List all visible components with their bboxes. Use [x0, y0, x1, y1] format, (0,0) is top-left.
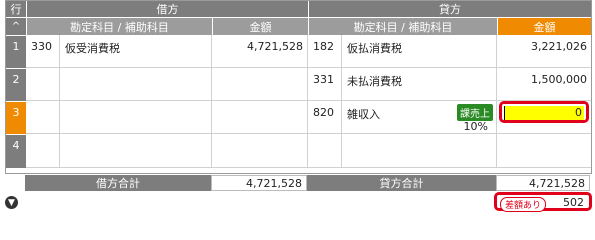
credit-total-value-box: 4,721,528 — [496, 175, 590, 191]
credit-amount-value: 0 — [575, 106, 582, 119]
credit-title: 貸方 — [439, 3, 461, 16]
debit-account-col-label: 勘定科目 / 補助科目 — [70, 20, 169, 34]
debit-account-name: 仮受消費税 — [65, 42, 120, 55]
sort-toggle[interactable]: ^ — [6, 17, 26, 35]
row-number-label: 2 — [12, 73, 20, 86]
credit-header: 貸方 — [308, 1, 591, 17]
debit-amount-cell[interactable] — [212, 134, 308, 168]
credit-code-cell[interactable]: 182 — [308, 35, 342, 68]
tax-rate: 10% — [463, 120, 488, 133]
difference-value: 502 — [563, 196, 584, 209]
difference-badge: 差額あり — [500, 197, 547, 212]
credit-account-cell[interactable]: 未払消費税 — [342, 68, 497, 101]
debit-account-column-header: 勘定科目 / 補助科目 — [26, 17, 212, 35]
credit-amount-col-label: 金額 — [533, 20, 556, 34]
debit-amount-cell[interactable] — [212, 101, 308, 134]
credit-amount-column-header: 金額 — [497, 17, 591, 35]
credit-account-column-header: 勘定科目 / 補助科目 — [308, 17, 497, 35]
validation-highlight: 0 — [499, 101, 589, 123]
debit-code-cell[interactable] — [26, 68, 60, 101]
debit-total-text: 借方合計 — [96, 177, 140, 190]
credit-amount-input[interactable]: 0 — [504, 106, 584, 120]
debit-title: 借方 — [156, 3, 179, 16]
debit-account-cell[interactable]: 仮受消費税 — [60, 35, 212, 68]
row-number[interactable]: 4 — [6, 134, 26, 168]
row-header-label: 行 — [10, 3, 22, 16]
credit-code: 820 — [313, 106, 334, 119]
chevron-down-icon[interactable]: ▼ — [5, 196, 18, 209]
credit-account-cell[interactable]: 雑収入 課売上 10% — [342, 101, 497, 134]
credit-code-cell[interactable]: 820 — [308, 101, 342, 134]
credit-total-value: 4,721,528 — [529, 177, 585, 190]
debit-amount-cell[interactable]: 4,721,528 — [212, 35, 308, 68]
row-number-label: 3 — [12, 106, 20, 119]
credit-account-name: 雑収入 — [347, 108, 380, 121]
credit-code-cell[interactable] — [308, 134, 342, 168]
debit-total-value: 4,721,528 — [246, 177, 302, 190]
debit-amount-cell[interactable] — [212, 68, 308, 101]
credit-account-cell[interactable] — [342, 134, 497, 168]
credit-account-name: 仮払消費税 — [347, 42, 402, 55]
credit-code: 331 — [313, 73, 334, 86]
debit-total-value-box: 4,721,528 — [211, 175, 307, 191]
row-number[interactable]: 2 — [6, 68, 26, 101]
debit-amount-column-header: 金額 — [212, 17, 308, 35]
difference-indicator: 差額あり 502 — [494, 192, 592, 212]
row-number-label: 1 — [12, 40, 20, 53]
row-number-header: 行 — [6, 1, 26, 17]
debit-header: 借方 — [26, 1, 308, 17]
debit-total-label: 借方合計 — [25, 175, 211, 191]
chevron-up-icon: ^ — [11, 21, 21, 32]
credit-code-cell[interactable]: 331 — [308, 68, 342, 101]
credit-amount: 3,221,026 — [531, 40, 587, 53]
debit-amount: 4,721,528 — [247, 40, 303, 53]
row-number-label: 4 — [12, 139, 20, 152]
journal-entry-grid: 行 借方 貸方 ^ 勘定科目 / 補助科目 金額 勘定科目 / 補助科目 金額 … — [5, 0, 592, 174]
credit-account-col-label: 勘定科目 / 補助科目 — [353, 20, 453, 34]
debit-code-cell[interactable] — [26, 134, 60, 168]
credit-amount: 1,500,000 — [531, 73, 587, 86]
debit-amount-col-label: 金額 — [249, 20, 272, 34]
tax-category-badge[interactable]: 課売上 — [457, 104, 493, 121]
credit-amount-cell[interactable] — [497, 134, 591, 168]
credit-amount-cell-active[interactable]: 0 — [497, 101, 591, 134]
debit-account-cell[interactable] — [60, 68, 212, 101]
credit-amount-cell[interactable]: 3,221,026 — [497, 35, 591, 68]
credit-account-name: 未払消費税 — [347, 75, 402, 88]
row-number[interactable]: 1 — [6, 35, 26, 68]
credit-total-label: 貸方合計 — [307, 175, 496, 191]
debit-account-cell[interactable] — [60, 134, 212, 168]
debit-code: 330 — [31, 40, 52, 53]
debit-code-cell[interactable]: 330 — [26, 35, 60, 68]
credit-total-text: 貸方合計 — [379, 177, 424, 190]
credit-amount-cell[interactable]: 1,500,000 — [497, 68, 591, 101]
credit-code: 182 — [313, 40, 334, 53]
credit-account-cell[interactable]: 仮払消費税 — [342, 35, 497, 68]
row-number-active[interactable]: 3 — [6, 101, 26, 134]
debit-account-cell[interactable] — [60, 101, 212, 134]
debit-code-cell[interactable] — [26, 101, 60, 134]
